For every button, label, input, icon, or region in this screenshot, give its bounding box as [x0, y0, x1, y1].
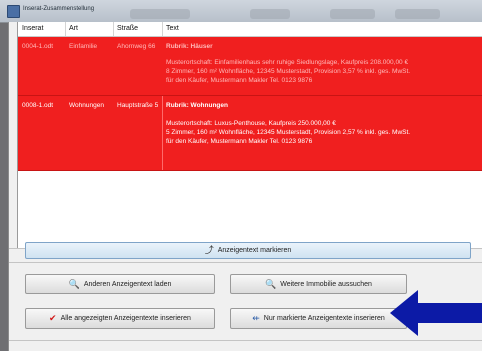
background-tab — [130, 9, 190, 19]
cell-text-line: Musterortschaft: Luxus-Penthouse, Kaufpr… — [166, 120, 336, 127]
cell-strasse: Hauptstraße 5 — [117, 102, 159, 109]
button-label: Weitere Immobilie aussuchen — [280, 280, 372, 288]
column-separator — [65, 22, 66, 36]
cell-text-line: für den Käufer, Mustermann Makler Tel. 0… — [166, 77, 313, 84]
annotation-arrow-head — [390, 290, 418, 336]
cell-inserat: 0004-1.odt — [22, 43, 54, 50]
cell-rubrik: Rubrik: Wohnungen — [166, 102, 228, 109]
cell-strasse: Ahornweg 66 — [117, 43, 156, 50]
data-grid[interactable]: Inserat Art Straße Text 0004-1.odt Einfa… — [17, 22, 482, 248]
column-header-text[interactable]: Text — [166, 25, 179, 32]
cell-text-line: 8 Zimmer, 160 m² Wohnfläche, 12345 Muste… — [166, 68, 411, 75]
table-row-selected[interactable]: 0008-1.odt Wohnungen Hauptstraße 5 Rubri… — [18, 96, 482, 171]
cell-text-line: 5 Zimmer, 160 m² Wohnfläche, 12345 Muste… — [166, 129, 411, 136]
cell-text-line: für den Käufer, Mustermann Makler Tel. 0… — [166, 138, 313, 145]
cell-art: Wohnungen — [69, 102, 104, 109]
button-label: Alle angezeigten Anzeigentexte inseriere… — [60, 315, 191, 322]
app-icon — [7, 5, 20, 18]
column-separator — [162, 22, 163, 36]
button-label: Nur markierte Anzeigentexte inserieren — [263, 315, 385, 322]
anzeigentext-markieren-button[interactable]: ⤴ Anzeigentext markieren — [25, 242, 471, 259]
anderen-anzeigentext-laden-button[interactable]: 🔍 Anderen Anzeigentext laden — [25, 274, 215, 294]
magnifier-icon: 🔍 — [265, 278, 277, 289]
window-title: Inserat-Zusammenstellung — [23, 6, 95, 12]
button-label: Anzeigentext markieren — [217, 247, 292, 254]
button-label: Anderen Anzeigentext laden — [83, 280, 172, 288]
background-tab — [250, 9, 290, 19]
cell-inserat: 0008-1.odt — [22, 102, 54, 109]
weitere-immobilie-aussuchen-button[interactable]: 🔍 Weitere Immobilie aussuchen — [230, 274, 407, 294]
table-row[interactable]: 0004-1.odt Einfamilie Ahornweg 66 Rubrik… — [18, 37, 482, 96]
mark-icon: ⤴ — [204, 245, 214, 255]
column-separator — [162, 96, 163, 170]
column-header-art[interactable]: Art — [69, 25, 78, 32]
magnifier-icon: 🔍 — [68, 278, 80, 289]
cell-art: Einfamilie — [69, 43, 98, 50]
checkmark-icon: ✔ — [49, 313, 57, 323]
section-divider — [9, 340, 482, 341]
alle-anzeigentexte-inserieren-button[interactable]: ✔ Alle angezeigten Anzeigentexte inserie… — [25, 308, 215, 329]
column-header-inserat[interactable]: Inserat — [22, 25, 43, 32]
annotation-arrow-shaft — [417, 303, 482, 323]
section-divider — [9, 262, 482, 263]
grid-header: Inserat Art Straße Text — [18, 22, 482, 37]
column-separator — [113, 22, 114, 36]
background-tab — [330, 9, 375, 19]
background-tab — [395, 9, 440, 19]
nur-markierte-anzeigentexte-inserieren-button[interactable]: ⇷ Nur markierte Anzeigentexte inserieren — [230, 308, 407, 329]
insert-icon: ⇷ — [252, 313, 260, 323]
column-header-strasse[interactable]: Straße — [117, 25, 138, 32]
title-bar: Inserat-Zusammenstellung — [0, 0, 482, 23]
cell-rubrik: Rubrik: Häuser — [166, 43, 213, 50]
cell-text-line: Musterortschaft: Einfamilienhaus sehr ru… — [166, 59, 409, 66]
